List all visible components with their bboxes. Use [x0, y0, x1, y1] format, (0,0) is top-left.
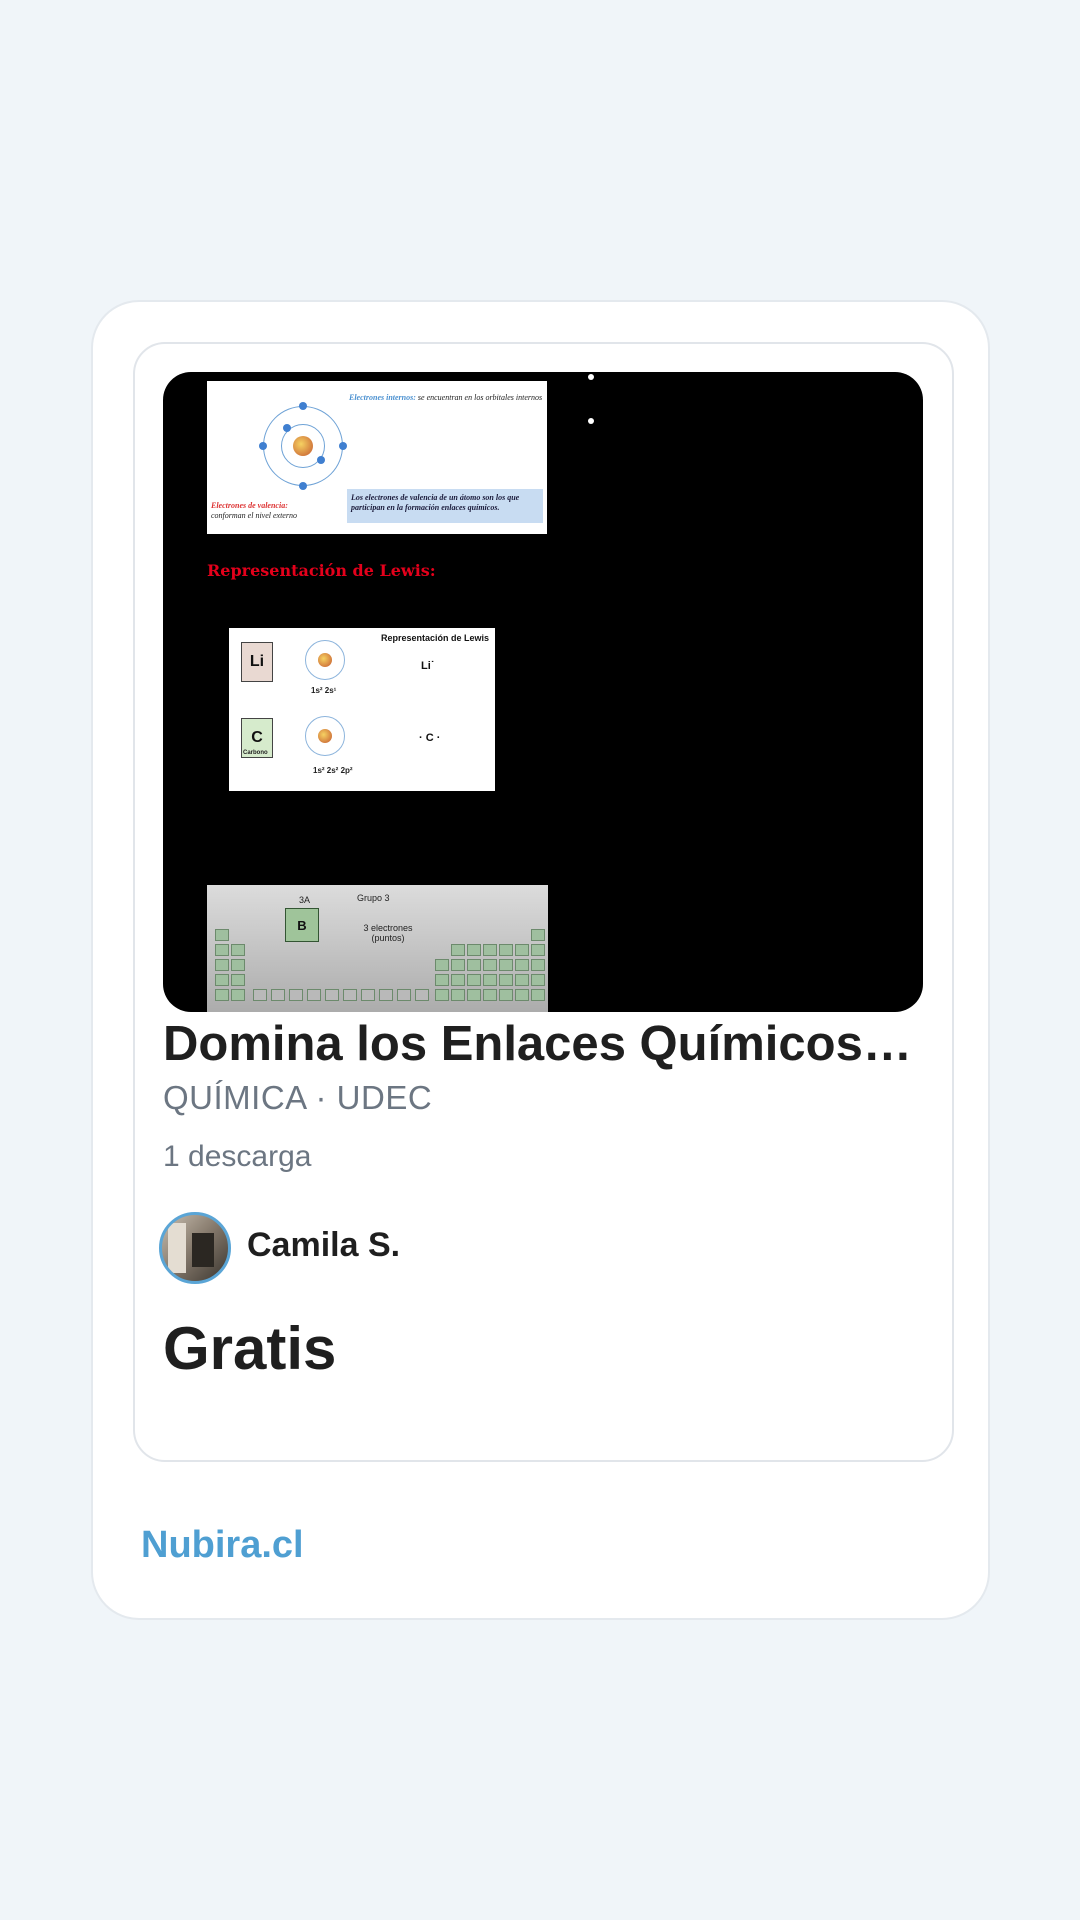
periodic-cell	[467, 989, 481, 1001]
periodic-cell	[253, 989, 267, 1001]
periodic-cell	[415, 989, 429, 1001]
periodic-cell	[379, 989, 393, 1001]
periodic-cell	[325, 989, 339, 1001]
group-3a-label: 3A	[299, 895, 311, 905]
periodic-cell	[499, 959, 513, 971]
lewis-panel-title: Representación de Lewis	[380, 633, 489, 643]
valence-electrons-label: Electrones de valencia:	[211, 501, 288, 510]
periodic-cell	[499, 974, 513, 986]
lithium-nucleus	[318, 653, 332, 667]
periodic-cell	[515, 944, 529, 956]
carbon-lewis: · C ·	[419, 732, 441, 744]
periodic-cell	[531, 944, 545, 956]
preview-dot	[588, 374, 594, 380]
periodic-cell	[451, 959, 465, 971]
periodic-cell	[215, 944, 229, 956]
periodic-table-panel: 3A Grupo 3 B 3 electrones (puntos)	[207, 885, 548, 1012]
electron	[259, 442, 267, 450]
periodic-cell	[451, 944, 465, 956]
brand-link[interactable]: Nubira.cl	[141, 1524, 304, 1567]
valence-electrons-text: conforman el nivel externo	[211, 511, 297, 520]
electron	[339, 442, 347, 450]
price-label: Gratis	[163, 1315, 337, 1382]
periodic-cell	[499, 989, 513, 1001]
periodic-cell	[271, 989, 285, 1001]
document-preview[interactable]: Electrones internos: se encuentran en lo…	[163, 372, 923, 1012]
inner-electrons-text: se encuentran en los orbitales internos	[417, 393, 543, 402]
periodic-cell	[361, 989, 375, 1001]
inner-electrons-note: Electrones internos: se encuentran en lo…	[349, 393, 544, 403]
lewis-heading: Representación de Lewis:	[207, 561, 436, 580]
periodic-cell	[215, 929, 229, 941]
avatar-photo-door	[192, 1233, 214, 1267]
periodic-cell	[483, 989, 497, 1001]
periodic-cell	[397, 989, 411, 1001]
periodic-cell	[531, 959, 545, 971]
periodic-cell	[231, 974, 245, 986]
periodic-cell	[515, 989, 529, 1001]
document-title[interactable]: Domina los Enlaces Químicos de Lewis	[163, 1016, 923, 1072]
periodic-cell	[231, 944, 245, 956]
periodic-cell	[483, 959, 497, 971]
periodic-cell	[451, 989, 465, 1001]
carbon-name: Carbono	[243, 750, 268, 756]
carbon-config: 1s² 2s² 2p²	[313, 766, 353, 775]
periodic-cell	[499, 944, 513, 956]
preview-dot	[588, 418, 594, 424]
electrons-label: 3 electrones (puntos)	[363, 923, 413, 943]
periodic-cell	[515, 959, 529, 971]
inner-electrons-label: Electrones internos:	[349, 393, 416, 402]
lithium-config: 1s² 2s¹	[311, 686, 337, 695]
carbon-nucleus	[318, 729, 332, 743]
periodic-cell	[435, 974, 449, 986]
boron-tile: B	[285, 908, 319, 942]
author-name[interactable]: Camila S.	[247, 1226, 400, 1265]
periodic-cell	[215, 989, 229, 1001]
atom-nucleus	[293, 436, 313, 456]
periodic-cell	[467, 959, 481, 971]
avatar-photo-wall	[168, 1223, 186, 1273]
periodic-cell	[231, 989, 245, 1001]
periodic-cell	[215, 974, 229, 986]
periodic-cell	[215, 959, 229, 971]
periodic-cell	[467, 974, 481, 986]
document-subtitle: QUÍMICA · UDEC	[163, 1079, 433, 1116]
periodic-cell	[289, 989, 303, 1001]
periodic-cell	[483, 944, 497, 956]
author-avatar[interactable]	[159, 1212, 231, 1284]
periodic-cell	[435, 989, 449, 1001]
lewis-panel: Representación de Lewis Li 1s² 2s¹ Li˙ C…	[229, 628, 495, 791]
periodic-cell	[531, 974, 545, 986]
share-card: Electrones internos: se encuentran en lo…	[91, 300, 990, 1620]
periodic-cell	[483, 974, 497, 986]
group-label: Grupo 3	[357, 893, 390, 903]
atom-diagram-panel: Electrones internos: se encuentran en lo…	[207, 381, 547, 534]
valence-electrons-note: Electrones de valencia: conforman el niv…	[211, 501, 321, 521]
periodic-cell	[307, 989, 321, 1001]
periodic-cell	[231, 959, 245, 971]
periodic-cell	[451, 974, 465, 986]
download-count: 1 descarga	[163, 1140, 312, 1173]
electron	[299, 402, 307, 410]
electron	[299, 482, 307, 490]
lithium-lewis: Li˙	[421, 660, 435, 672]
electron	[317, 456, 325, 464]
electron	[283, 424, 291, 432]
periodic-cell	[343, 989, 357, 1001]
valence-definition-box: Los electrones de valencia de un átomo s…	[347, 489, 543, 523]
periodic-cell	[467, 944, 481, 956]
periodic-cell	[435, 959, 449, 971]
periodic-cell	[531, 989, 545, 1001]
document-card[interactable]: Electrones internos: se encuentran en lo…	[133, 342, 954, 1462]
lithium-tile: Li	[241, 642, 273, 682]
periodic-cell	[515, 974, 529, 986]
periodic-cell	[531, 929, 545, 941]
